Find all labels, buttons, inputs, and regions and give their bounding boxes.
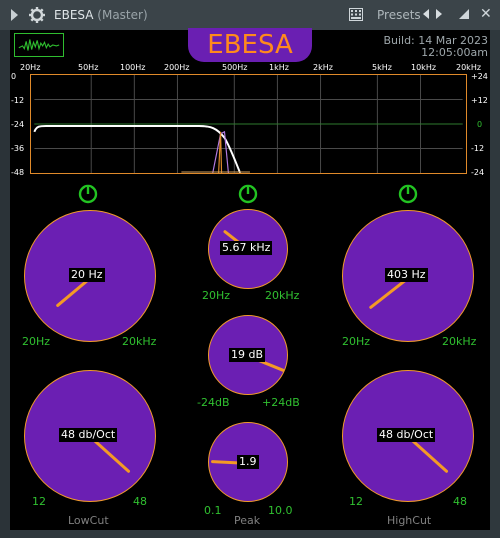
db-left-48: -48	[11, 168, 25, 177]
peak-freq-value: 5.67 kHz	[220, 241, 273, 255]
waveform-logo-icon	[14, 33, 64, 57]
db-right-plus24: +24	[471, 72, 488, 81]
highcut-freq-value: 403 Hz	[385, 268, 428, 282]
peak-q-min: 0.1	[204, 504, 222, 517]
lowcut-slope-value: 48 db/Oct	[59, 428, 118, 442]
peak-q-value: 1.9	[237, 455, 259, 469]
db-right-plus12: +12	[471, 96, 488, 105]
window-title-subtitle: (Master)	[97, 8, 148, 22]
gear-icon[interactable]	[28, 6, 46, 24]
peak-gain-knob[interactable]: 19 dB	[208, 315, 288, 395]
peak-band-label: Peak	[234, 514, 261, 527]
highcut-band-label: HighCut	[387, 514, 432, 527]
next-preset-icon[interactable]	[436, 9, 442, 19]
collapse-arrow-icon[interactable]	[11, 9, 18, 21]
peak-gain-min: -24dB	[197, 396, 230, 409]
detach-arrow-icon[interactable]	[457, 7, 471, 21]
lowcut-slope-max: 48	[133, 495, 147, 508]
lowcut-freq-value: 20 Hz	[69, 268, 105, 282]
previous-preset-icon[interactable]	[423, 9, 429, 19]
peak-freq-min: 20Hz	[202, 289, 231, 302]
peak-gain-max: +24dB	[262, 396, 300, 409]
highcut-slope-min: 12	[349, 495, 363, 508]
peak-power-icon[interactable]	[238, 184, 258, 204]
freq-label-20khz: 20kHz	[456, 63, 482, 72]
db-right-minus24: -24	[471, 168, 485, 177]
freq-label-20hz: 20Hz	[20, 63, 41, 72]
lowcut-freq-knob[interactable]: 20 Hz	[24, 210, 156, 342]
plugin-window: EBESA (Master) Presets ✕ EBESA Build: 14…	[0, 0, 500, 538]
highcut-band-curve	[218, 131, 223, 173]
freq-label-1khz: 1kHz	[269, 63, 289, 72]
db-right-0: 0	[477, 120, 483, 129]
db-left-12: -12	[11, 96, 25, 105]
build-time: 12:05:00am	[421, 46, 488, 59]
peak-freq-max: 20kHz	[265, 289, 300, 302]
lowcut-freq-max: 20kHz	[122, 335, 157, 348]
close-icon[interactable]: ✕	[480, 6, 492, 22]
freq-label-200hz: 200Hz	[164, 63, 190, 72]
peak-q-max: 10.0	[268, 504, 293, 517]
lowcut-slope-knob[interactable]: 48 db/Oct	[24, 370, 156, 502]
highcut-slope-knob[interactable]: 48 db/Oct	[342, 370, 474, 502]
highcut-slope-value: 48 db/Oct	[377, 428, 436, 442]
freq-label-50hz: 50Hz	[78, 63, 99, 72]
left-edge	[0, 30, 10, 538]
db-left-0: 0	[11, 72, 17, 81]
window-title-name: EBESA	[54, 8, 94, 22]
window-title: EBESA (Master)	[54, 8, 148, 22]
plugin-title-banner: EBESA	[188, 28, 312, 62]
freq-label-5khz: 5kHz	[372, 63, 392, 72]
highcut-freq-knob[interactable]: 403 Hz	[342, 210, 474, 342]
lowcut-freq-min: 20Hz	[22, 335, 51, 348]
lowcut-power-icon[interactable]	[78, 184, 98, 204]
peak-gain-value: 19 dB	[229, 348, 266, 362]
peak-q-knob[interactable]: 1.9	[208, 422, 288, 502]
frequency-response-graph[interactable]	[30, 74, 467, 174]
freq-label-500hz: 500Hz	[222, 63, 248, 72]
db-right-minus12: -12	[471, 144, 485, 153]
peak-freq-knob[interactable]: 5.67 kHz	[208, 209, 288, 289]
highcut-slope-max: 48	[453, 495, 467, 508]
lowcut-slope-min: 12	[32, 495, 46, 508]
db-left-36: -36	[11, 144, 25, 153]
keyboard-icon[interactable]	[349, 8, 363, 21]
highcut-freq-min: 20Hz	[342, 335, 371, 348]
plugin-name: EBESA	[207, 30, 293, 60]
lowcut-band-label: LowCut	[68, 514, 109, 527]
presets-label[interactable]: Presets	[377, 8, 421, 22]
title-bar[interactable]: EBESA (Master) Presets ✕	[0, 0, 500, 30]
build-info: Build: 14 Mar 2023 12:05:00am	[383, 35, 488, 59]
freq-label-10khz: 10kHz	[411, 63, 437, 72]
freq-label-100hz: 100Hz	[120, 63, 146, 72]
db-left-24: -24	[11, 120, 25, 129]
highcut-freq-max: 20kHz	[442, 335, 477, 348]
highcut-power-icon[interactable]	[398, 184, 418, 204]
eq-response-curve	[33, 124, 242, 173]
freq-label-2khz: 2kHz	[313, 63, 333, 72]
